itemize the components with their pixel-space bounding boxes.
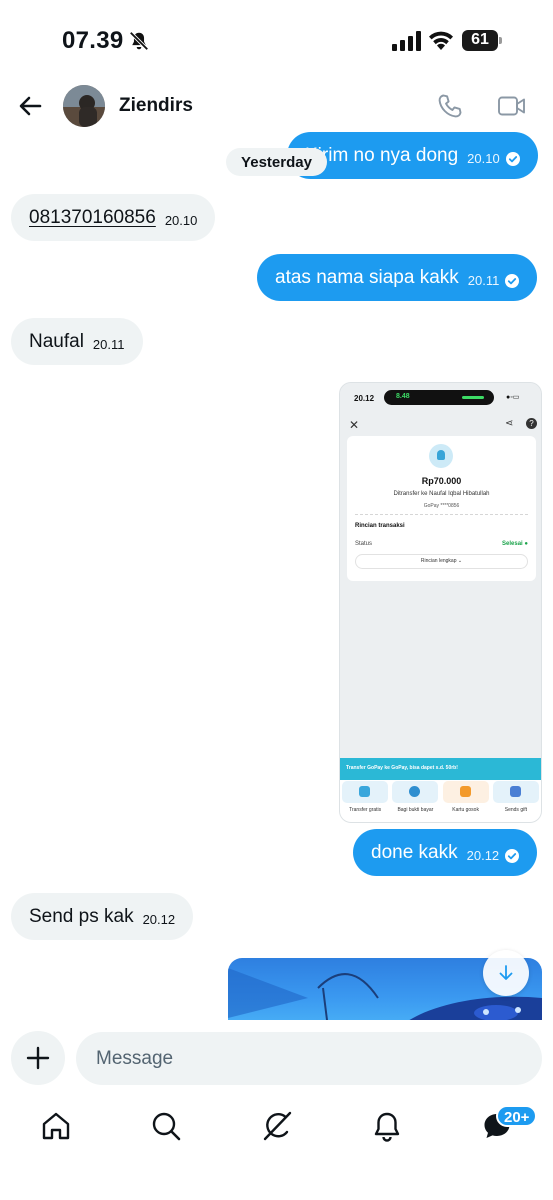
shot-action: Transfer gratis	[342, 781, 389, 822]
message-time: 20.12	[466, 848, 500, 863]
shot-action: Bagi bukti bayar	[392, 781, 439, 822]
search-icon	[152, 1112, 181, 1141]
share-icon: ⋖	[505, 418, 514, 429]
message-text: Naufal	[29, 330, 84, 352]
message-text: atas nama siapa kakk	[275, 266, 459, 288]
read-check-icon	[505, 848, 520, 863]
read-check-icon	[505, 273, 520, 288]
shot-account: GoPay ****0856	[423, 503, 460, 509]
message-list[interactable]: Kirim no nya dong 20.10 Yesterday 081370…	[0, 132, 553, 1020]
shot-action: Kartu gosok	[442, 781, 489, 822]
message-text: Send ps kak	[29, 905, 134, 927]
tab-notifications[interactable]	[371, 1110, 403, 1142]
shot-call-time: 8.48	[396, 393, 410, 400]
message-text: Kirim no nya dong	[305, 144, 459, 166]
wifi-icon	[429, 31, 453, 50]
add-attachment-button[interactable]	[11, 1031, 65, 1085]
message-time: 20.10	[467, 151, 500, 166]
help-icon: ?	[526, 418, 537, 429]
message-time: 20.11	[467, 273, 500, 288]
close-icon: ✕	[349, 418, 360, 432]
shot-status-label: Status	[355, 541, 373, 547]
shot-time: 20.12	[354, 394, 375, 403]
message-time: 20.12	[142, 912, 176, 927]
date-separator: Yesterday	[226, 148, 327, 176]
shot-destination: Ditransfer ke Naufal Iqbal Hibatullah	[393, 491, 490, 497]
message-text: done kakk	[371, 841, 458, 863]
tab-home[interactable]	[40, 1110, 72, 1142]
tab-search[interactable]	[150, 1110, 182, 1142]
battery-level: 61	[471, 31, 489, 48]
messages-badge: 20+	[496, 1105, 538, 1127]
tab-grok[interactable]	[261, 1110, 293, 1142]
image-attachment[interactable]: 20.12 8.48 ●◦▭ ✕ ⋖ ? Rp70.000 Ditransfer…	[339, 382, 542, 823]
signal-icon	[392, 31, 421, 51]
shot-status-icons: ●◦▭	[506, 394, 520, 401]
shot-action: Sends gift	[492, 781, 539, 822]
contact-name[interactable]: Ziendirs	[119, 95, 193, 117]
message-bubble-incoming[interactable]: 081370160856 20.10	[11, 194, 216, 241]
dynamic-island: 8.48	[384, 390, 494, 405]
plus-icon	[26, 1046, 50, 1070]
video-icon[interactable]	[497, 94, 527, 118]
message-bubble-incoming[interactable]: Naufal 20.11	[11, 318, 143, 365]
shot-details-button: Rincian lengkap ⌄	[355, 554, 528, 569]
shot-promo-text: Transfer GoPay ke GoPay, bisa dapet s.d.…	[346, 765, 458, 771]
back-arrow-icon[interactable]	[16, 92, 44, 120]
bell-off-icon	[129, 31, 149, 51]
message-time: 20.11	[92, 337, 125, 352]
message-input[interactable]	[76, 1032, 542, 1085]
user-icon	[429, 444, 453, 468]
bell-icon	[374, 1112, 400, 1142]
arrow-down-icon	[499, 965, 513, 980]
message-time: 20.10	[164, 213, 198, 228]
status-time: 07.39	[62, 27, 124, 54]
shot-section-title: Rincian transaksi	[355, 523, 405, 529]
scroll-to-bottom-button[interactable]	[483, 950, 529, 996]
message-bubble-outgoing[interactable]: atas nama siapa kakk 20.11	[257, 254, 538, 301]
shot-status-value: Selesai ●	[502, 541, 528, 547]
message-text[interactable]: 081370160856	[29, 207, 156, 229]
chat-header: Ziendirs	[0, 80, 553, 132]
phone-icon[interactable]	[436, 92, 464, 120]
grok-icon	[263, 1111, 292, 1141]
tab-bar: 20+	[0, 1098, 553, 1200]
read-check-icon	[505, 151, 520, 166]
status-bar: 07.39 61	[0, 0, 553, 80]
message-composer	[0, 1020, 553, 1098]
message-bubble-incoming[interactable]: Send ps kak 20.12	[11, 893, 194, 940]
shot-receipt-card: Rp70.000 Ditransfer ke Naufal Iqbal Hiba…	[347, 436, 536, 581]
shot-promo: Transfer GoPay ke GoPay, bisa dapet s.d.…	[340, 758, 541, 822]
home-icon	[42, 1112, 70, 1140]
shot-amount: Rp70.000	[421, 476, 462, 486]
battery-icon: 61	[462, 30, 502, 51]
avatar[interactable]	[63, 85, 105, 127]
message-bubble-outgoing[interactable]: done kakk 20.12	[353, 829, 538, 876]
